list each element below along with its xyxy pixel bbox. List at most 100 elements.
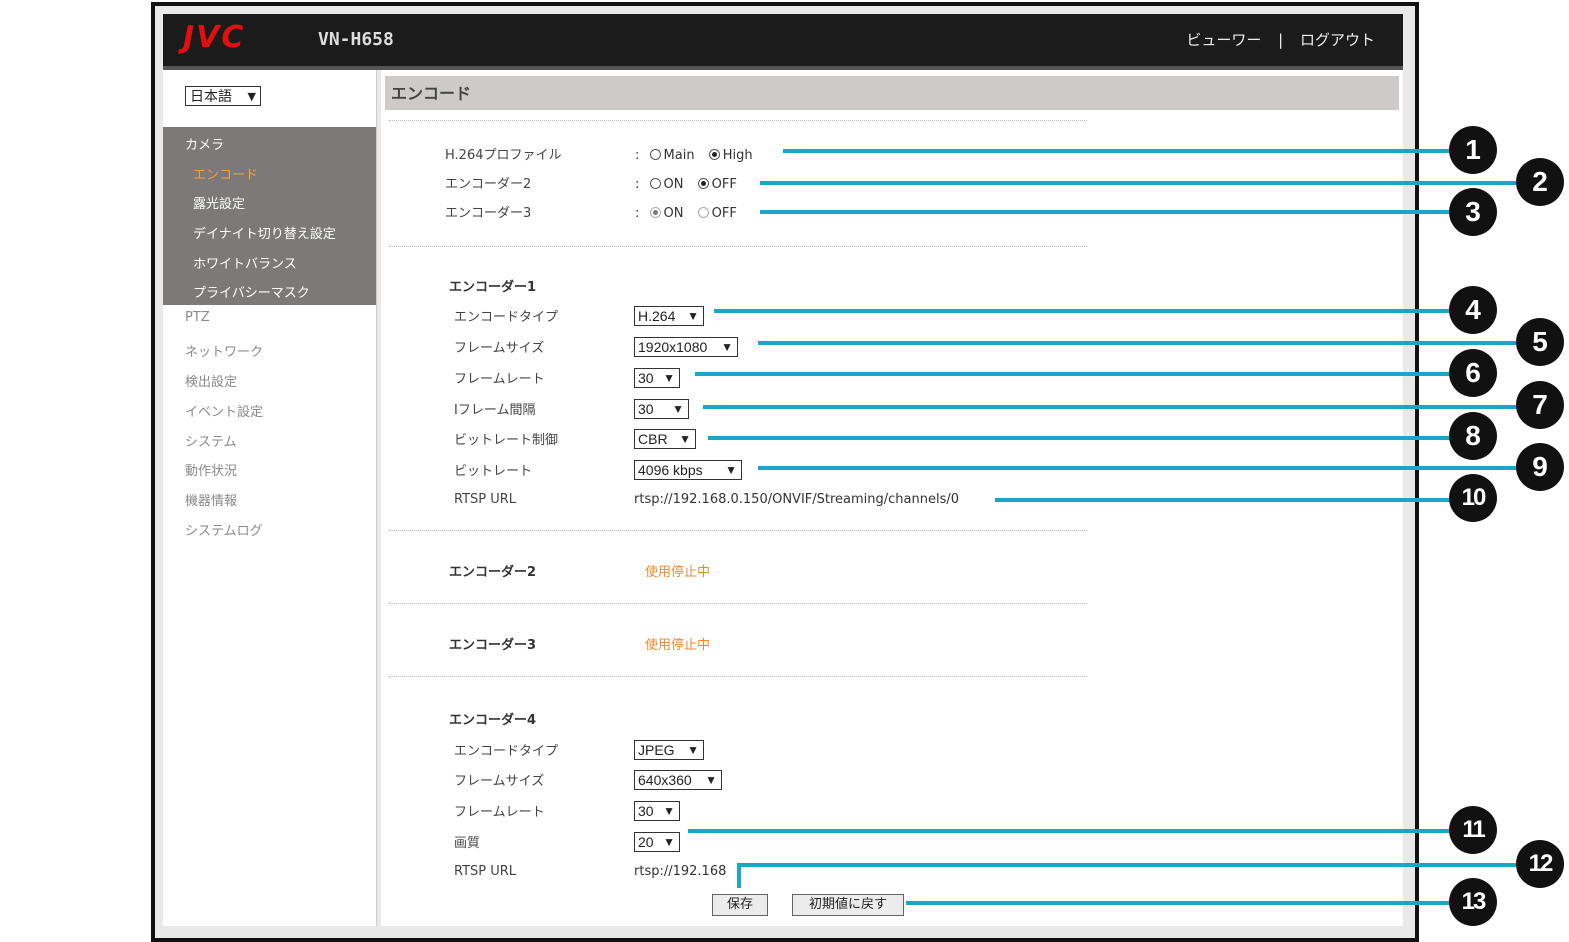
callout-badge-9: 9: [1516, 443, 1564, 491]
chevron-down-icon: ▼: [725, 463, 737, 477]
enc4-size-select[interactable]: 640x360 ▼: [634, 770, 722, 790]
profile-options: : Main High: [635, 148, 753, 163]
sidebar-item-encode[interactable]: エンコード: [193, 164, 258, 183]
profile-label: H.264プロファイル: [445, 148, 562, 163]
camera-menu-group: カメラ エンコード 露光設定 デイナイト切り替え設定 ホワイトバランス プライバ…: [163, 127, 376, 305]
enc1-bitctrl-label: ビットレート制御: [454, 433, 559, 448]
enc4-type-value: JPEG: [638, 742, 675, 758]
enc1-rate-select[interactable]: 30 ▼: [634, 368, 680, 388]
sidebar-item-detection[interactable]: 検出設定: [185, 371, 237, 390]
enc1-bitrate-value: 4096 kbps: [638, 462, 703, 478]
enc1-rtsp-url: rtsp://192.168.0.150/ONVIF/Streaming/cha…: [634, 492, 960, 507]
sidebar-item-privacy-mask[interactable]: プライバシーマスク: [193, 282, 310, 301]
enc3-on-label: ON: [663, 206, 684, 221]
sidebar-item-device-info[interactable]: 機器情報: [185, 490, 237, 509]
enc3-toggle-label: エンコーダー3: [445, 206, 532, 221]
enc4-size-label: フレームサイズ: [454, 774, 545, 789]
sidebar-item-camera[interactable]: カメラ: [185, 134, 224, 153]
chevron-down-icon: ▼: [663, 804, 675, 818]
page-title: エンコード: [391, 84, 472, 103]
enc2-on-radio[interactable]: [649, 178, 661, 189]
enc4-quality-label: 画質: [454, 836, 481, 851]
profile-high-label: High: [722, 148, 753, 163]
reset-defaults-button[interactable]: 初期値に戻す: [792, 894, 904, 916]
enc1-iframe-select[interactable]: 30 ▼: [634, 399, 689, 419]
enc3-on-radio[interactable]: [649, 207, 661, 218]
colon: :: [635, 177, 640, 192]
sidebar-item-network[interactable]: ネットワーク: [185, 341, 263, 360]
save-button[interactable]: 保存: [712, 894, 768, 916]
enc1-iframe-label: Iフレーム間隔: [454, 403, 536, 418]
callout-badge-5: 5: [1516, 318, 1564, 366]
callout-line: [760, 210, 1473, 214]
encoder4-title: エンコーダー4: [449, 713, 537, 728]
profile-main-radio[interactable]: [649, 149, 661, 160]
sidebar-item-event[interactable]: イベント設定: [185, 401, 263, 420]
model-name: VN-H658: [318, 29, 394, 50]
sidebar-item-exposure[interactable]: 露光設定: [193, 193, 245, 212]
enc1-rtsp-label: RTSP URL: [454, 492, 517, 507]
callout-line: [737, 863, 1540, 867]
divider: [389, 530, 1087, 531]
sidebar-item-daynight[interactable]: デイナイト切り替え設定: [193, 223, 336, 242]
chevron-down-icon: ▼: [687, 309, 699, 323]
profile-high-radio[interactable]: [708, 149, 720, 160]
enc4-rtsp-label: RTSP URL: [454, 864, 517, 879]
enc4-rate-select[interactable]: 30 ▼: [634, 801, 680, 821]
enc4-quality-value: 20: [638, 834, 654, 850]
callout-line: [695, 372, 1473, 376]
callout-line: [737, 863, 741, 888]
divider: [389, 246, 1087, 247]
divider: [389, 120, 1087, 121]
callout-badge-10: 10: [1449, 474, 1497, 522]
callout-badge-6: 6: [1449, 349, 1497, 397]
sidebar-item-ptz[interactable]: PTZ: [185, 310, 210, 325]
chevron-down-icon: ▼: [705, 773, 717, 787]
sidebar: 日本語 ▼ カメラ エンコード 露光設定 デイナイト切り替え設定 ホワイトバラン…: [163, 70, 377, 926]
enc4-rtsp-url: rtsp://192.168: [634, 864, 727, 879]
enc2-options: : ON OFF: [635, 177, 737, 192]
encoder2-status: 使用停止中: [645, 565, 711, 580]
enc1-bitctrl-value: CBR: [638, 431, 668, 447]
browser-frame: JVC VN-H658 ビューワー | ログアウト 日本語 ▼ カメラ エンコー…: [151, 2, 1419, 942]
chevron-down-icon: ▼: [247, 90, 256, 103]
language-select[interactable]: 日本語 ▼: [185, 86, 261, 106]
callout-line: [703, 405, 1540, 409]
chevron-down-icon: ▼: [679, 432, 691, 446]
enc1-rate-value: 30: [638, 370, 654, 386]
sidebar-item-status[interactable]: 動作状況: [185, 460, 237, 479]
enc1-type-select[interactable]: H.264 ▼: [634, 306, 704, 326]
chevron-down-icon: ▼: [721, 340, 733, 354]
divider: [389, 676, 1087, 677]
callout-line: [783, 149, 1473, 153]
encoder3-status: 使用停止中: [645, 638, 711, 653]
viewer-link[interactable]: ビューワー: [1186, 31, 1261, 49]
sidebar-item-system-log[interactable]: システムログ: [185, 520, 263, 539]
sidebar-item-system[interactable]: システム: [185, 431, 237, 450]
callout-line: [758, 341, 1540, 345]
enc1-bitrate-select[interactable]: 4096 kbps ▼: [634, 460, 742, 480]
callout-line: [708, 436, 1473, 440]
enc1-rate-label: フレームレート: [454, 372, 545, 387]
enc1-bitctrl-select[interactable]: CBR ▼: [634, 429, 696, 449]
enc4-quality-select[interactable]: 20 ▼: [634, 832, 680, 852]
link-separator: |: [1278, 31, 1284, 49]
enc1-type-label: エンコードタイプ: [454, 310, 559, 325]
enc4-type-label: エンコードタイプ: [454, 744, 559, 759]
divider: [389, 603, 1087, 604]
enc1-type-value: H.264: [638, 308, 676, 324]
encoder2-title: エンコーダー2: [449, 565, 537, 580]
enc4-rate-label: フレームレート: [454, 805, 545, 820]
enc1-iframe-value: 30: [638, 401, 654, 417]
logout-link[interactable]: ログアウト: [1300, 31, 1375, 49]
enc4-rate-value: 30: [638, 803, 654, 819]
colon: :: [635, 148, 640, 163]
callout-badge-7: 7: [1516, 381, 1564, 429]
encoder3-title: エンコーダー3: [449, 638, 537, 653]
enc1-size-select[interactable]: 1920x1080 ▼: [634, 337, 738, 357]
sidebar-item-white-balance[interactable]: ホワイトバランス: [193, 253, 297, 272]
enc3-off-radio[interactable]: [697, 207, 709, 218]
enc4-type-select[interactable]: JPEG ▼: [634, 740, 704, 760]
colon: :: [635, 206, 640, 221]
enc2-off-radio[interactable]: [697, 178, 709, 189]
